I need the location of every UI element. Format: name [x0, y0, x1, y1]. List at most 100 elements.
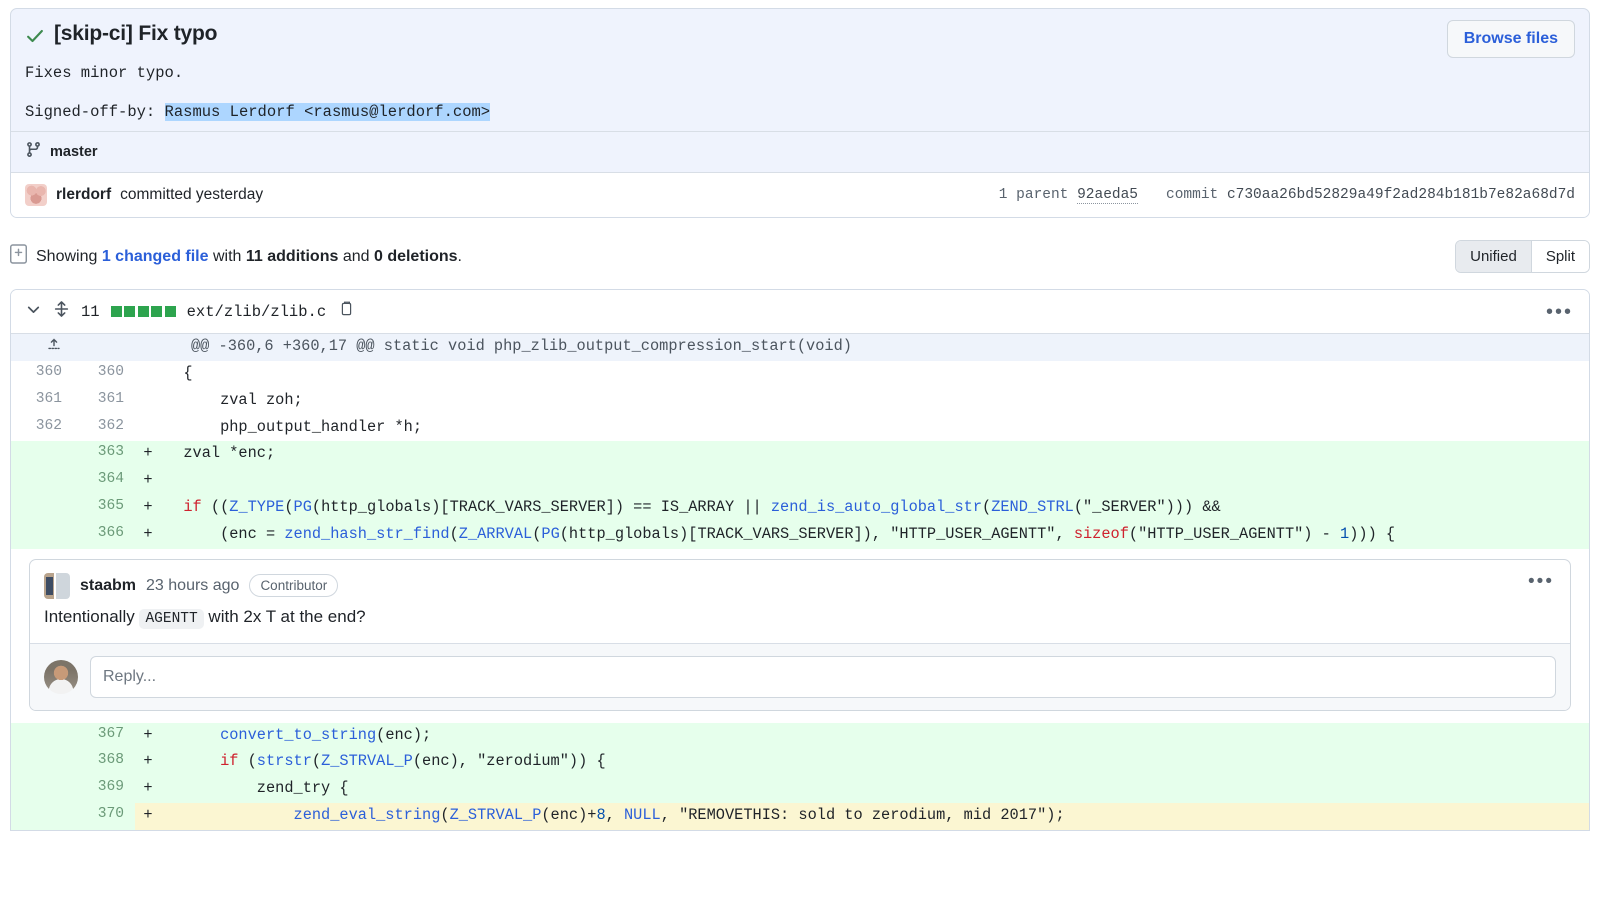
diff-container: 11 ext/zlib/zlib.c ••• @@ -360,6 +360,17…: [10, 289, 1590, 831]
showing-suffix: .: [457, 247, 462, 265]
changed-files-link[interactable]: 1 changed file: [102, 248, 209, 265]
branch-row: master: [11, 131, 1589, 172]
line-number-old[interactable]: 360: [11, 361, 73, 388]
diff-code-bottom: 367 + convert_to_string(enc); 368 + if (str…: [11, 722, 1589, 830]
hunk-header-row: @@ -360,6 +360,17 @@ static void php_zli…: [11, 334, 1589, 362]
line-number-new[interactable]: 365: [73, 495, 135, 522]
chevron-down-icon[interactable]: [25, 301, 42, 323]
signoff-label: Signed-off-by:: [25, 103, 156, 122]
unfold-icon[interactable]: [53, 300, 70, 323]
diff-sign: +: [143, 725, 153, 744]
comment-header: staabm 23 hours ago Contributor •••: [30, 560, 1570, 605]
copy-icon[interactable]: [339, 300, 355, 323]
commit-hashes: 1 parent 92aeda5 commit c730aa26bd52829a…: [999, 187, 1575, 205]
hunk-expand-button[interactable]: [11, 334, 73, 361]
commit-summary: Browse files [skip-ci] Fix typo Fixes mi…: [11, 9, 1589, 131]
commit-info: commit c730aa26bd52829a49f2ad284b181b7e8…: [1166, 187, 1575, 203]
line-number-new[interactable]: 369: [73, 776, 135, 803]
parent-info: 1 parent 92aeda5: [999, 187, 1139, 205]
line-number-new[interactable]: 364: [73, 468, 135, 495]
commit-message-body: Fixes minor typo.: [25, 64, 184, 82]
comment-body: Intentionally AGENTT with 2x T at the en…: [30, 605, 1570, 643]
line-number-new[interactable]: 363: [73, 441, 135, 468]
line-number-new[interactable]: 360: [73, 361, 135, 388]
line-number-old[interactable]: 361: [11, 388, 73, 415]
commit-label: commit: [1166, 187, 1219, 204]
line-number-old[interactable]: [11, 468, 73, 495]
hunk-sign: [73, 334, 99, 361]
file-path[interactable]: ext/zlib/zlib.c: [187, 303, 327, 321]
branch-name[interactable]: master: [50, 144, 98, 160]
signoff-value: Rasmus Lerdorf <rasmus@lerdorf.com>: [164, 103, 491, 122]
diff-sign: +: [143, 805, 153, 824]
kebab-menu-icon[interactable]: •••: [1546, 302, 1573, 322]
parent-hash[interactable]: 92aeda5: [1077, 187, 1139, 205]
line-number-old[interactable]: [11, 441, 73, 468]
diff-line-row: 367 + convert_to_string(enc);: [11, 722, 1589, 750]
commit-page: Browse files [skip-ci] Fix typo Fixes mi…: [0, 8, 1600, 909]
line-number-old[interactable]: [11, 495, 73, 522]
diff-line-row: 366 + (enc = zend_hash_str_find(Z_ARRVAL(…: [11, 521, 1589, 549]
line-number-new[interactable]: 362: [73, 415, 135, 442]
commit-author[interactable]: rlerdorf: [56, 186, 111, 204]
expand-up-icon[interactable]: [46, 337, 62, 358]
line-number-new[interactable]: 368: [73, 749, 135, 776]
additions-count: 11 additions: [245, 247, 339, 265]
line-number-old[interactable]: [11, 749, 73, 776]
line-number-old[interactable]: [11, 776, 73, 803]
diff-sign: +: [143, 524, 153, 543]
check-icon: [25, 26, 45, 51]
browse-files-button[interactable]: Browse files: [1446, 20, 1575, 58]
avatar[interactable]: [44, 659, 78, 694]
hunk-header-text: @@ -360,6 +360,17 @@ static void php_zli…: [191, 337, 852, 356]
diff-line-row: 370 + zend_eval_string(Z_STRVAL_P(enc)+8,…: [11, 802, 1589, 830]
reply-input[interactable]: [90, 655, 1556, 698]
diff-line-code: zval *enc;: [165, 444, 276, 463]
line-number-old[interactable]: [11, 802, 73, 830]
avatar[interactable]: [44, 572, 70, 599]
diff-line-code: zend_eval_string(Z_STRVAL_P(enc)+8, NULL…: [293, 805, 1065, 824]
diff-line-row: 363 + zval *enc;: [11, 441, 1589, 469]
line-number-old[interactable]: 362: [11, 415, 73, 442]
diff-line-code: if ((Z_TYPE(PG(http_globals)[TRACK_VARS_…: [183, 498, 1221, 516]
commit-hash[interactable]: c730aa26bd52829a49f2ad284b181b7e82a68d7d: [1227, 187, 1575, 203]
diff-sign: [135, 361, 161, 388]
tab-unified[interactable]: Unified: [1456, 241, 1531, 273]
tab-split[interactable]: Split: [1530, 241, 1589, 273]
diff-view-toggle: Unified Split: [1455, 240, 1590, 274]
diff-line-row: 364 +: [11, 468, 1589, 495]
comment-text-after: with 2x T at the end?: [208, 606, 366, 626]
inline-comment-thread: staabm 23 hours ago Contributor ••• Inte…: [11, 558, 1589, 711]
line-number-new[interactable]: 361: [73, 388, 135, 415]
diff-line-row: 362 362 php_output_handler *h;: [11, 414, 1589, 442]
commit-title-row: [skip-ci] Fix typo: [25, 21, 1575, 51]
avatar[interactable]: [25, 184, 47, 207]
line-number-old[interactable]: [11, 522, 73, 549]
diff-line-code: (enc = zend_hash_str_find(Z_ARRVAL(PG(ht…: [165, 524, 1396, 543]
comment-card: staabm 23 hours ago Contributor ••• Inte…: [29, 558, 1571, 711]
showing-text: Showing 1 changed file with 11 additions…: [36, 248, 462, 266]
commit-author-row: rlerdorf committed yesterday 1 parent 92…: [11, 172, 1589, 218]
diff-line-code: zend_try {: [165, 779, 349, 798]
showing-middle: with: [212, 247, 242, 265]
reply-row: [30, 642, 1570, 710]
diff-code: @@ -360,6 +360,17 @@ static void php_zli…: [11, 334, 1589, 549]
file-header: 11 ext/zlib/zlib.c •••: [11, 290, 1589, 335]
commit-time: committed yesterday: [120, 186, 264, 204]
diff-line-row: 365 + if ((Z_TYPE(PG(http_globals)[TRACK_…: [11, 495, 1589, 522]
line-number-new[interactable]: 367: [73, 723, 135, 750]
comment-author[interactable]: staabm: [80, 577, 136, 595]
kebab-menu-icon[interactable]: •••: [1528, 571, 1554, 591]
file-change-count: 11: [81, 302, 100, 321]
line-number-old[interactable]: [11, 723, 73, 750]
diff-sign: +: [143, 471, 153, 490]
diff-line-row: 360 360 {: [11, 361, 1589, 388]
diff-sign: [135, 415, 161, 442]
diff-sign: +: [143, 444, 153, 463]
line-number-new[interactable]: 366: [73, 522, 135, 549]
diff-file-icon: [10, 244, 28, 269]
diff-sign: +: [143, 752, 153, 771]
diff-sign: +: [143, 779, 153, 798]
line-number-new[interactable]: 370: [73, 802, 135, 830]
diff-rows-top: 360 360 {361 361 zval zoh; 362 362 php_outpu…: [11, 361, 1589, 549]
